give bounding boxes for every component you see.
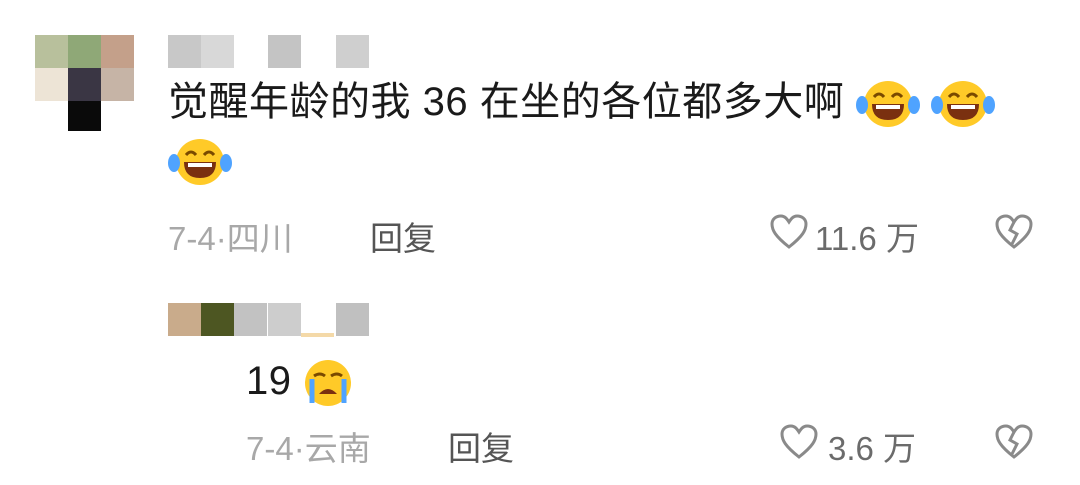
broken-heart-icon[interactable] xyxy=(995,214,1033,250)
laughing-tears-icon xyxy=(931,81,996,128)
comment-meta: 7-4·四川 xyxy=(168,212,293,257)
comment-location: 四川 xyxy=(226,220,293,257)
reply-button[interactable]: 回复 xyxy=(448,422,514,470)
like-count: 11.6 万 xyxy=(815,220,919,257)
avatar[interactable] xyxy=(35,35,135,131)
heart-icon[interactable] xyxy=(780,424,818,460)
username[interactable] xyxy=(168,303,373,337)
reply-button[interactable]: 回复 xyxy=(370,212,436,260)
laughing-tears-icon xyxy=(168,139,232,186)
like-count: 3.6 万 xyxy=(828,430,917,467)
crying-face-icon xyxy=(305,360,352,407)
comment-meta: 7-4·云南 xyxy=(246,422,371,467)
broken-heart-icon[interactable] xyxy=(995,424,1033,460)
comment-body: 觉醒年龄的我 36 在坐的各位都多大啊 xyxy=(168,80,845,124)
comment-text: 19 xyxy=(246,352,353,410)
comment-body: 19 xyxy=(246,359,292,403)
heart-icon[interactable] xyxy=(770,214,808,250)
laughing-tears-icon xyxy=(855,81,920,128)
comment-date: 7-4 xyxy=(246,430,294,467)
comment-date: 7-4 xyxy=(168,220,216,257)
meta-separator: · xyxy=(293,430,305,467)
meta-separator: · xyxy=(215,220,227,257)
comment-text: 觉醒年龄的我 36 在坐的各位都多大啊 xyxy=(168,73,1028,189)
comment-location: 云南 xyxy=(304,430,371,467)
username[interactable] xyxy=(168,35,373,68)
